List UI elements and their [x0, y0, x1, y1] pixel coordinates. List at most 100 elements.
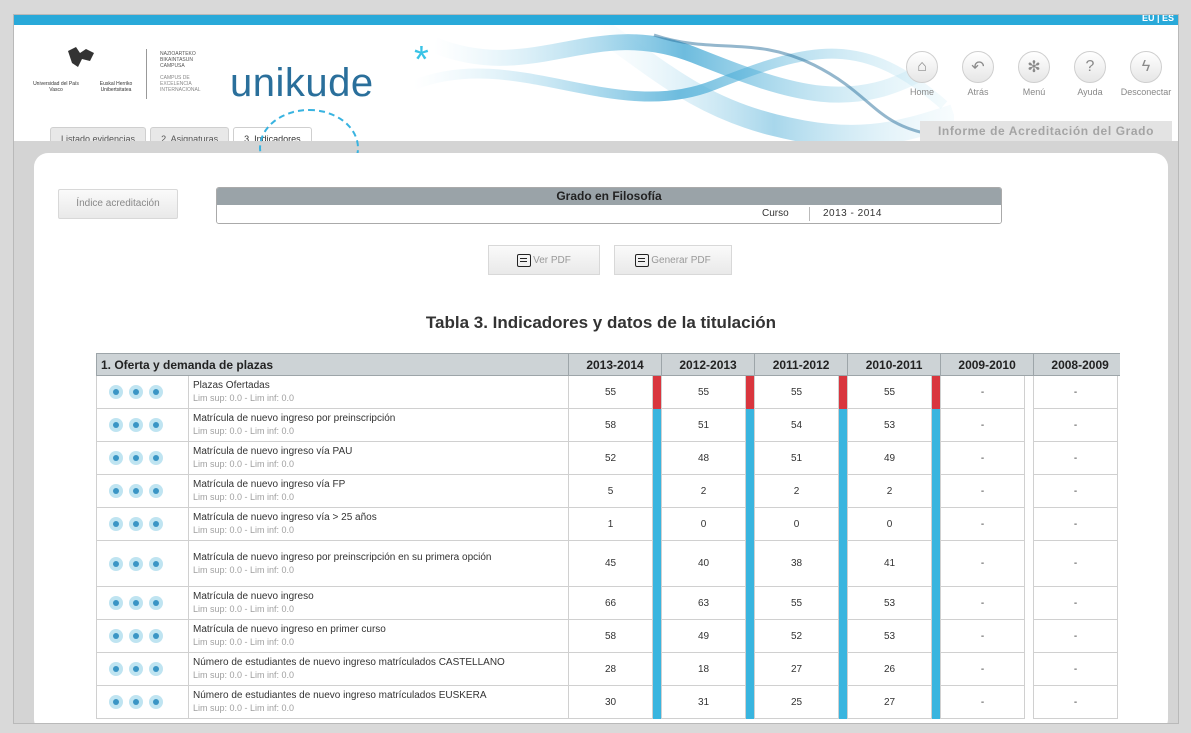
search-icon[interactable] [109, 451, 123, 465]
campus-sub-line: INTERNACIONAL [160, 87, 201, 93]
status-bar [652, 408, 663, 442]
chart-icon[interactable] [149, 517, 163, 531]
language-switch[interactable]: EU | ES [1142, 15, 1174, 23]
edit-icon[interactable] [129, 662, 143, 676]
row-actions [96, 408, 189, 442]
indicator-value: - [1033, 586, 1119, 620]
pdf-icon [635, 253, 650, 267]
indicator-value: 63 [661, 586, 747, 620]
status-bar [838, 408, 849, 442]
edit-icon[interactable] [129, 484, 143, 498]
status-bar [838, 619, 849, 653]
tab-asignaturas[interactable]: 2. Asignaturas [150, 127, 230, 141]
row-actions [96, 474, 189, 508]
search-icon[interactable] [109, 385, 123, 399]
chart-icon[interactable] [149, 695, 163, 709]
year-header: 2013-2014 [568, 353, 663, 376]
edit-icon[interactable] [129, 418, 143, 432]
indicator-limits: Lim sup: 0.0 - Lim inf: 0.0 [193, 426, 295, 436]
chart-icon[interactable] [149, 418, 163, 432]
indice-acreditacion-button[interactable]: Índice acreditación [58, 189, 178, 219]
year-header: 2011-2012 [754, 353, 849, 376]
table-row: Plazas Ofertadas Lim sup: 0.0 - Lim inf: … [96, 375, 1120, 409]
indicator-name: Número de estudiantes de nuevo ingreso m… [193, 657, 505, 668]
app-window: EU | ES Universidad del País Vasco Euska… [13, 14, 1179, 724]
chart-icon[interactable] [149, 556, 163, 571]
search-icon[interactable] [109, 418, 123, 432]
menu-button[interactable]: ✻ Menú [1006, 51, 1062, 97]
status-bar [652, 441, 663, 475]
year-header: 2008-2009 [1033, 353, 1120, 376]
indicator-value: 55 [754, 586, 840, 620]
edit-icon[interactable] [129, 596, 143, 610]
status-bar [1024, 619, 1035, 653]
edit-icon[interactable] [129, 517, 143, 531]
logout-button[interactable]: ϟ Desconectar [1118, 51, 1174, 97]
menu-snowflake-icon: ✻ [1018, 51, 1050, 83]
chart-icon[interactable] [149, 596, 163, 610]
indicator-value: - [940, 507, 1026, 541]
edit-icon[interactable] [129, 451, 143, 465]
edit-icon[interactable] [129, 556, 143, 571]
status-bar [931, 619, 942, 653]
help-button[interactable]: ? Ayuda [1062, 51, 1118, 97]
pdf-icon [517, 253, 532, 267]
upv-emblem-icon [68, 47, 94, 67]
chart-icon[interactable] [149, 484, 163, 498]
curso-value[interactable]: 2013 - 2014 [823, 208, 882, 219]
tab-listado-evidencias[interactable]: Listado evidencias [50, 127, 147, 141]
indicator-value: 5 [568, 474, 654, 508]
chart-icon[interactable] [149, 451, 163, 465]
indicator-value: 66 [568, 586, 654, 620]
tab-indicadores[interactable]: 3. Indicadores [233, 127, 312, 141]
campus-line: CAMPUSA [160, 63, 185, 69]
chart-icon[interactable] [149, 629, 163, 643]
smoke-banner-image [412, 25, 954, 141]
indicator-value: 41 [847, 540, 933, 587]
status-bar [1117, 375, 1120, 409]
edit-icon[interactable] [129, 695, 143, 709]
indicator-description: Número de estudiantes de nuevo ingreso m… [187, 685, 570, 719]
edit-icon[interactable] [129, 385, 143, 399]
indicator-value: 53 [847, 408, 933, 442]
search-icon[interactable] [109, 695, 123, 709]
chart-icon[interactable] [149, 385, 163, 399]
search-icon[interactable] [109, 517, 123, 531]
status-bar [838, 685, 849, 719]
status-bar [745, 652, 756, 686]
indicator-value: - [940, 586, 1026, 620]
search-icon[interactable] [109, 596, 123, 610]
indicator-description: Matrícula de nuevo ingreso vía FP Lim sup… [187, 474, 570, 508]
logout-label: Desconectar [1120, 87, 1172, 97]
edit-icon[interactable] [129, 629, 143, 643]
indicator-value: - [940, 441, 1026, 475]
logo-divider [146, 49, 147, 99]
indicator-value: 0 [661, 507, 747, 541]
status-bar [1117, 408, 1120, 442]
indicator-value: 28 [568, 652, 654, 686]
home-button[interactable]: ⌂ Home [894, 51, 950, 97]
indicator-value: 38 [754, 540, 840, 587]
back-label: Atrás [967, 87, 989, 97]
indicator-limits: Lim sup: 0.0 - Lim inf: 0.0 [193, 637, 295, 647]
indicator-value: 51 [754, 441, 840, 475]
informe-acreditacion-label: Informe de Acreditación del Grado [920, 121, 1172, 141]
indicator-value: 52 [754, 619, 840, 653]
status-bar [745, 441, 756, 475]
status-bar [652, 652, 663, 686]
status-bar [931, 408, 942, 442]
chart-icon[interactable] [149, 662, 163, 676]
status-bar [1117, 652, 1120, 686]
indicator-value: 2 [847, 474, 933, 508]
back-button[interactable]: ↶ Atrás [950, 51, 1006, 97]
indicator-name: Matrícula de nuevo ingreso vía > 25 años [193, 512, 377, 523]
search-icon[interactable] [109, 484, 123, 498]
search-icon[interactable] [109, 556, 123, 571]
generar-pdf-button[interactable]: Generar PDF [614, 245, 732, 275]
search-icon[interactable] [109, 662, 123, 676]
status-bar [931, 507, 942, 541]
search-icon[interactable] [109, 629, 123, 643]
indicator-limits: Lim sup: 0.0 - Lim inf: 0.0 [193, 393, 295, 403]
indicators-table-container: 1. Oferta y demanda de plazas 2013-2014 … [96, 353, 1120, 723]
ver-pdf-button[interactable]: Ver PDF [488, 245, 600, 275]
